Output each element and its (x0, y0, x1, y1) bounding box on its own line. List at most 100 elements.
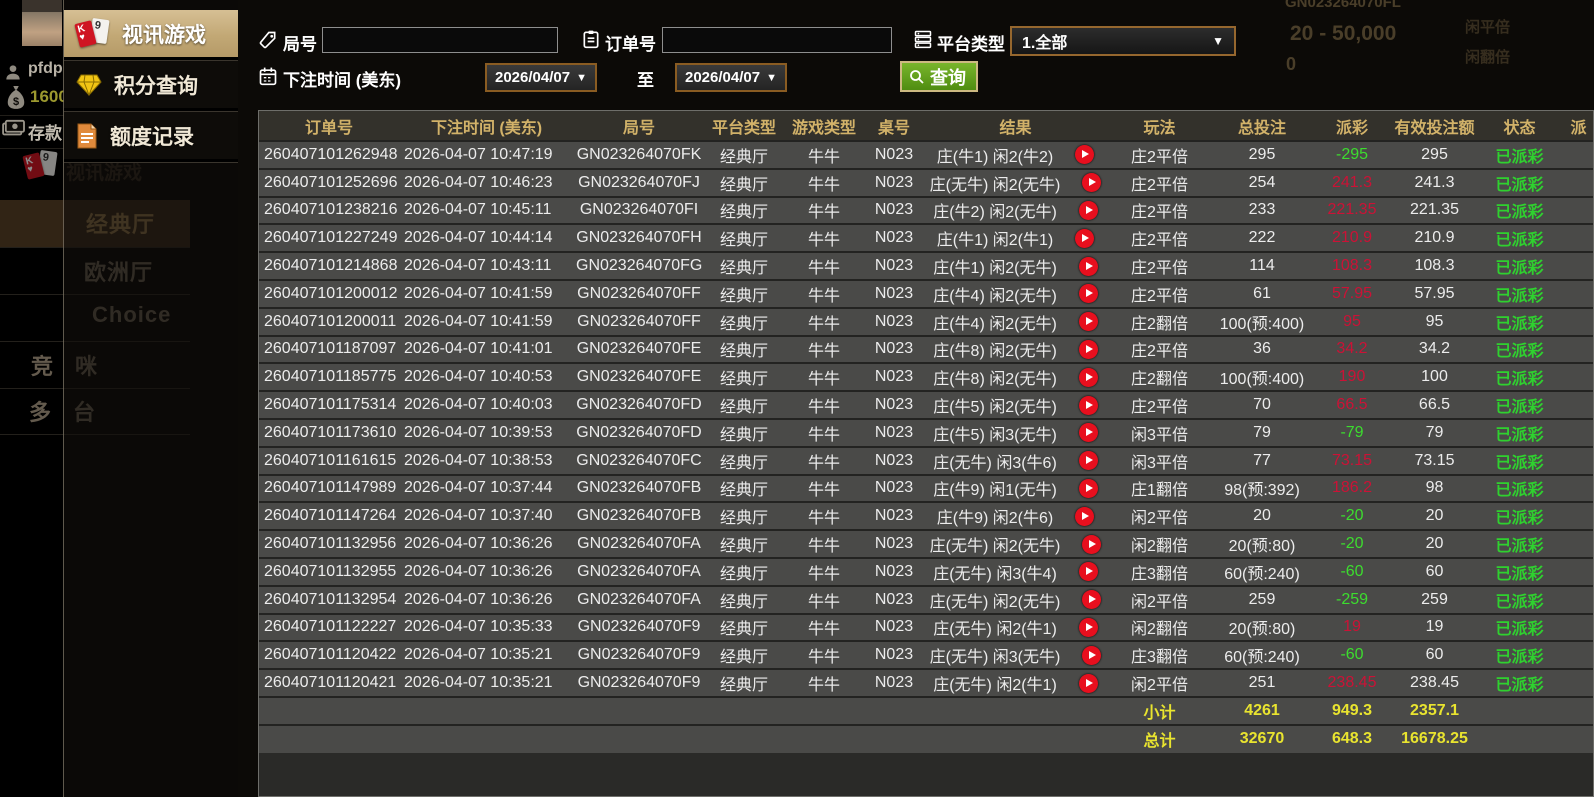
cell-extra (1562, 586, 1594, 614)
cell-platform: 经典厅 (704, 280, 784, 308)
chevron-down-icon: ▼ (766, 72, 777, 84)
total-bet-sum: 32670 (1212, 725, 1312, 753)
cell-round-id: GN023264070FJ (574, 169, 704, 197)
cell-empty (1562, 697, 1594, 725)
cell-round-id: GN023264070FF (574, 308, 704, 336)
cell-status: 已派彩 (1477, 641, 1562, 669)
cell-platform: 经典厅 (704, 641, 784, 669)
column-header: 派彩 (1312, 111, 1392, 141)
table-row: 2604071012272492026-04-07 10:44:14GN0232… (259, 224, 1594, 252)
table-row: 2604071012629482026-04-07 10:47:19GN0232… (259, 141, 1594, 169)
replay-button[interactable] (1079, 312, 1098, 331)
replay-button[interactable] (1079, 368, 1098, 387)
cell-table-no: N023 (864, 614, 924, 642)
cell-total-bet: 20(预:80) (1212, 614, 1312, 642)
order-id-input[interactable] (662, 27, 892, 53)
background-round-id: GN023264070FL (1285, 0, 1401, 11)
cell-valid-bet: 20 (1392, 502, 1477, 530)
replay-button[interactable] (1079, 257, 1098, 276)
replay-button[interactable] (1079, 674, 1098, 693)
cell-empty (784, 697, 864, 725)
cell-platform: 经典厅 (704, 169, 784, 197)
replay-button[interactable] (1079, 479, 1098, 498)
payout-sum: 648.3 (1312, 725, 1392, 753)
replay-button[interactable] (1075, 145, 1094, 164)
replay-button[interactable] (1079, 423, 1098, 442)
cell-play-type: 庄2平倍 (1107, 169, 1212, 197)
cell-total-bet: 20(预:80) (1212, 530, 1312, 558)
svg-text:$: $ (13, 96, 19, 108)
cell-result: 庄(牛9) 闲2(牛6) (924, 502, 1107, 530)
cell-platform: 经典厅 (704, 502, 784, 530)
cell-platform: 经典厅 (704, 308, 784, 336)
deposit-button: 存款 (28, 119, 62, 144)
replay-button[interactable] (1079, 284, 1098, 303)
replay-button[interactable] (1082, 535, 1101, 554)
cell-payout: -79 (1312, 419, 1392, 447)
cell-bet-time: 2026-04-07 10:39:53 (399, 419, 574, 447)
total-bet-sum: 4261 (1212, 697, 1312, 725)
cell-valid-bet: 19 (1392, 614, 1477, 642)
round-id-label: 局号 (283, 30, 317, 55)
search-button[interactable]: 查询 (900, 61, 978, 92)
cell-payout: 221.35 (1312, 197, 1392, 225)
replay-button[interactable] (1079, 201, 1098, 220)
cell-table-no: N023 (864, 308, 924, 336)
cell-total-bet: 114 (1212, 252, 1312, 280)
cell-round-id: GN023264070FI (574, 197, 704, 225)
cell-valid-bet: 95 (1392, 308, 1477, 336)
cell-payout: -295 (1312, 141, 1392, 169)
table-row: 2604071012000112026-04-07 10:41:59GN0232… (259, 308, 1594, 336)
replay-button[interactable] (1079, 340, 1098, 359)
platform-type-select[interactable]: 1.全部 ▼ (1010, 26, 1236, 56)
replay-button[interactable] (1075, 229, 1094, 248)
cell-extra (1562, 669, 1594, 697)
cell-play-type: 庄2平倍 (1107, 336, 1212, 364)
cell-total-bet: 60(预:240) (1212, 558, 1312, 586)
cell-round-id: GN023264070FA (574, 558, 704, 586)
cell-bet-time: 2026-04-07 10:35:33 (399, 614, 574, 642)
replay-button[interactable] (1082, 590, 1101, 609)
cell-order: 260407101238216 (259, 197, 399, 225)
date-from-select[interactable]: 2026/04/07 ▼ (485, 63, 597, 92)
cell-empty (399, 725, 574, 753)
column-header: 游戏类型 (784, 111, 864, 141)
replay-button[interactable] (1079, 618, 1098, 637)
replay-button[interactable] (1079, 562, 1098, 581)
replay-button[interactable] (1079, 396, 1098, 415)
cell-round-id: GN023264070FB (574, 502, 704, 530)
cell-platform: 经典厅 (704, 141, 784, 169)
cell-total-bet: 77 (1212, 447, 1312, 475)
result-text: 庄(牛9) 闲1(无牛) (933, 476, 1057, 500)
replay-button[interactable] (1075, 507, 1094, 526)
cell-result: 庄(牛2) 闲2(无牛) (924, 197, 1107, 225)
chevron-down-icon: ▼ (1212, 34, 1224, 48)
replay-button[interactable] (1082, 173, 1101, 192)
menu-item-credit-records[interactable]: 额度记录 (64, 112, 239, 159)
replay-button[interactable] (1079, 451, 1098, 470)
cell-platform: 经典厅 (704, 669, 784, 697)
round-id-input[interactable] (322, 27, 558, 53)
cell-play-type: 闲2平倍 (1107, 586, 1212, 614)
cell-play-type: 闲2平倍 (1107, 669, 1212, 697)
cell-bet-time: 2026-04-07 10:41:59 (399, 308, 574, 336)
cell-payout: -259 (1312, 586, 1392, 614)
menu-item-points-query[interactable]: 积分查询 (64, 61, 239, 108)
menu-item-video-games[interactable]: 9 K♥ 视讯游戏 (64, 10, 239, 57)
table-row: 2604071012382162026-04-07 10:45:11GN0232… (259, 197, 1594, 225)
date-to-select[interactable]: 2026/04/07 ▼ (675, 63, 787, 92)
cell-extra (1562, 530, 1594, 558)
cell-valid-bet: 221.35 (1392, 197, 1477, 225)
cell-payout: 186.2 (1312, 475, 1392, 503)
cell-status: 已派彩 (1477, 197, 1562, 225)
replay-button[interactable] (1082, 646, 1101, 665)
cell-valid-bet: 100 (1392, 363, 1477, 391)
table-row: 2604071011736102026-04-07 10:39:53GN0232… (259, 419, 1594, 447)
cell-game-type: 牛牛 (784, 169, 864, 197)
cell-platform: 经典厅 (704, 475, 784, 503)
cell-empty (704, 697, 784, 725)
cell-order: 260407101132954 (259, 586, 399, 614)
cell-play-type: 庄2翻倍 (1107, 363, 1212, 391)
cell-total-bet: 100(预:400) (1212, 308, 1312, 336)
cell-payout: 34.2 (1312, 336, 1392, 364)
